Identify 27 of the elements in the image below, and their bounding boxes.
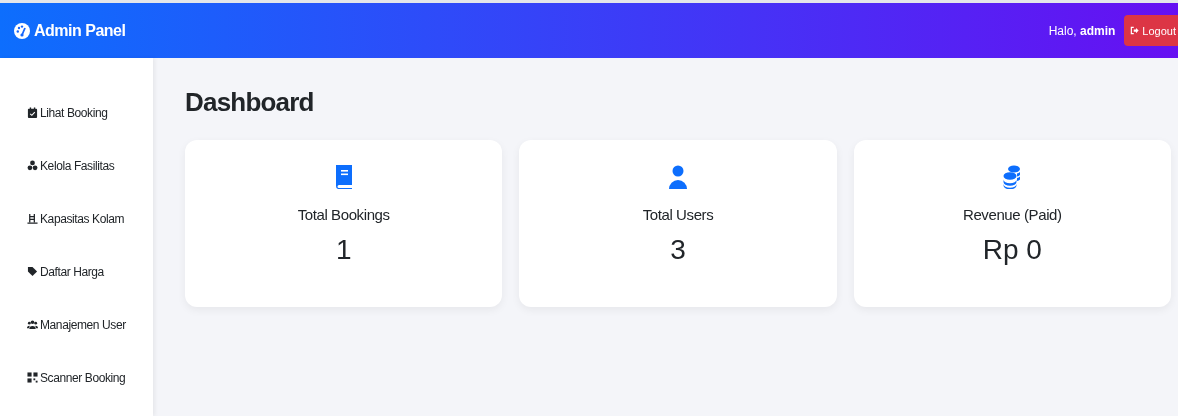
stat-value: Rp 0 <box>982 234 1042 266</box>
qr-code-icon <box>27 372 38 383</box>
stat-value: 1 <box>335 234 352 266</box>
user-icon <box>668 165 688 189</box>
greeting-text: Halo, admin <box>1048 23 1116 38</box>
logout-button[interactable]: Logout <box>1124 15 1178 46</box>
pool-ladder-icon <box>27 213 38 224</box>
sidebar-item[interactable]: Scanner Booking <box>0 369 153 386</box>
stat-label: Total Users <box>642 206 714 223</box>
calendar-check-icon <box>27 107 38 118</box>
coins-icon <box>1002 165 1023 189</box>
cubes-icon <box>27 160 38 171</box>
sidebar-item[interactable]: Kelola Fasilitas <box>0 157 153 174</box>
page-title: Dashboard <box>185 86 315 118</box>
sidebar-item[interactable]: Daftar Harga <box>0 263 153 280</box>
stat-value: 3 <box>670 234 686 266</box>
stat-label: Total Bookings <box>297 206 390 223</box>
users-icon <box>27 319 38 330</box>
logout-icon <box>1130 26 1140 35</box>
sidebar-item[interactable]: Kapasitas Kolam <box>0 210 153 227</box>
stat-label: Revenue (Paid) <box>963 206 1062 223</box>
tag-icon <box>27 266 38 277</box>
sidebar-item[interactable]: Manajemen User <box>0 316 153 333</box>
gauge-icon <box>14 22 30 39</box>
sidebar-item[interactable]: Lihat Booking <box>0 104 153 121</box>
brand-name[interactable]: Admin Panel <box>34 21 126 40</box>
book-icon <box>333 165 354 189</box>
